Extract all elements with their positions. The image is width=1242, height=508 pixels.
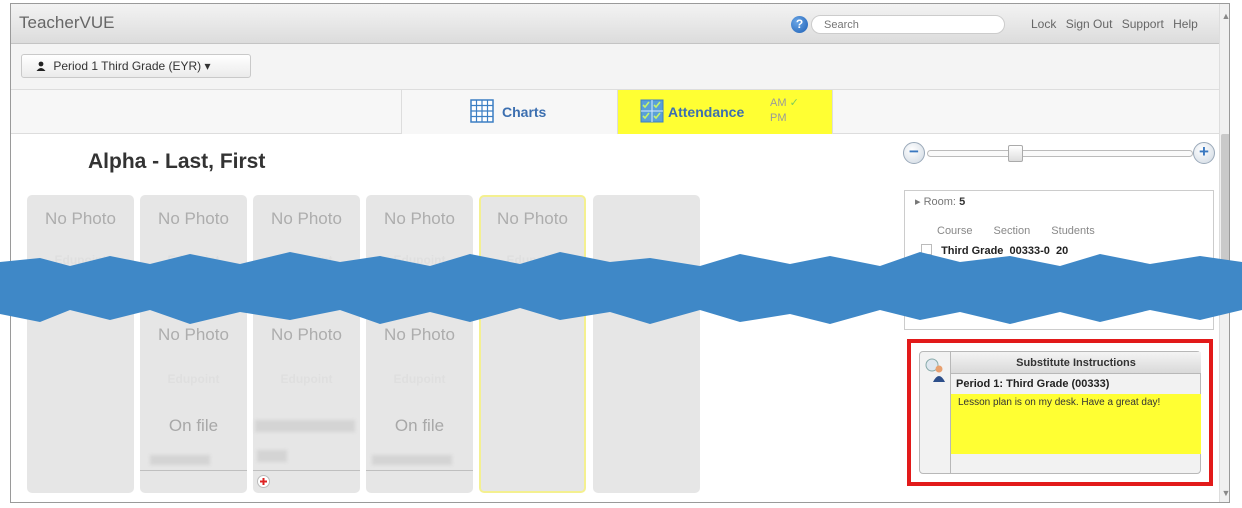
- on-file-label: On file: [168, 416, 219, 435]
- seating-chart-title: Alpha - Last, First: [88, 150, 266, 173]
- seat-divider: [366, 470, 473, 471]
- zoom-slider-track[interactable]: [927, 150, 1193, 157]
- attendance-check-icon: [640, 99, 664, 123]
- help-icon[interactable]: ?: [791, 16, 808, 33]
- substitute-period: Period 1: Third Grade (00333): [956, 378, 1110, 390]
- tab-attendance-label: Attendance: [668, 104, 745, 120]
- seat-divider: [253, 470, 360, 471]
- tab-charts-label: Charts: [502, 104, 547, 120]
- tab-attendance[interactable]: Attendance AM ✓ PM: [617, 90, 833, 134]
- expand-arrow-icon[interactable]: ▸: [915, 196, 921, 208]
- tab-charts[interactable]: Charts: [401, 90, 617, 134]
- substitute-panel: Substitute Instructions Period 1: Third …: [919, 351, 1201, 474]
- room-line: ▸ Room: 5: [915, 195, 965, 208]
- chevron-down-icon: ▾: [204, 59, 211, 73]
- redacted-name: [257, 450, 287, 462]
- am-pm-status: AM ✓ PM: [770, 96, 799, 126]
- redacted-name: [372, 455, 452, 465]
- seat-divider: [140, 470, 247, 471]
- substitute-title: Substitute Instructions: [951, 352, 1201, 374]
- app-title: TeacherVUE: [19, 13, 115, 32]
- zoom-in-button[interactable]: +: [1193, 142, 1215, 164]
- course-header-row: Course Section Students: [937, 225, 1113, 237]
- period-selector-button[interactable]: Period 1 Third Grade (EYR) ▾: [21, 54, 251, 78]
- room-label: Room:: [923, 196, 956, 208]
- pm-label: PM: [770, 112, 787, 124]
- tab-bar: Charts Attendance AM ✓ PM: [11, 90, 1219, 134]
- am-label: AM: [770, 97, 787, 109]
- zoom-out-button[interactable]: −: [903, 142, 925, 164]
- torn-edge-band: [0, 252, 1242, 324]
- redacted-name: [150, 455, 210, 465]
- no-photo-label: No Photo: [158, 209, 229, 228]
- edupoint-logo: Edupoint: [167, 372, 220, 386]
- substitute-highlight-box: Substitute Instructions Period 1: Third …: [907, 339, 1213, 486]
- no-photo-label: No Photo: [384, 209, 455, 228]
- course-header: Course: [937, 225, 973, 237]
- person-icon: [36, 61, 46, 71]
- edupoint-logo: Edupoint: [393, 372, 446, 386]
- lock-link[interactable]: Lock: [1031, 17, 1056, 31]
- no-photo-label: No Photo: [271, 209, 342, 228]
- help-link[interactable]: Help: [1173, 17, 1198, 31]
- sign-out-link[interactable]: Sign Out: [1066, 17, 1113, 31]
- search-input[interactable]: [811, 15, 1005, 34]
- substitute-teacher-icon: [925, 358, 945, 382]
- substitute-note[interactable]: Lesson plan is on my desk. Have a great …: [951, 394, 1201, 454]
- zoom-slider-handle[interactable]: [1008, 145, 1023, 162]
- room-value: 5: [959, 196, 966, 208]
- no-photo-label: No Photo: [45, 209, 116, 228]
- scroll-up-arrow-icon[interactable]: ▲: [1220, 10, 1229, 22]
- support-link[interactable]: Support: [1122, 17, 1164, 31]
- no-photo-label: No Photo: [497, 209, 568, 228]
- top-bar: TeacherVUE ? Lock Sign Out Support Help: [11, 4, 1219, 44]
- period-selector-label: Period 1 Third Grade (EYR): [53, 59, 202, 73]
- on-file-label: On file: [394, 416, 445, 435]
- section-header: Section: [993, 225, 1031, 237]
- top-links: Lock Sign Out Support Help: [1031, 17, 1204, 31]
- check-icon: ✓: [789, 97, 799, 109]
- edupoint-logo: Edupoint: [280, 372, 333, 386]
- redacted-name: [255, 420, 355, 432]
- add-student-icon[interactable]: [257, 475, 270, 488]
- grid-chart-icon: [470, 99, 494, 123]
- period-bar: Period 1 Third Grade (EYR) ▾: [11, 44, 1219, 90]
- students-header: Students: [1051, 225, 1095, 237]
- scroll-down-arrow-icon[interactable]: ▼: [1220, 487, 1229, 499]
